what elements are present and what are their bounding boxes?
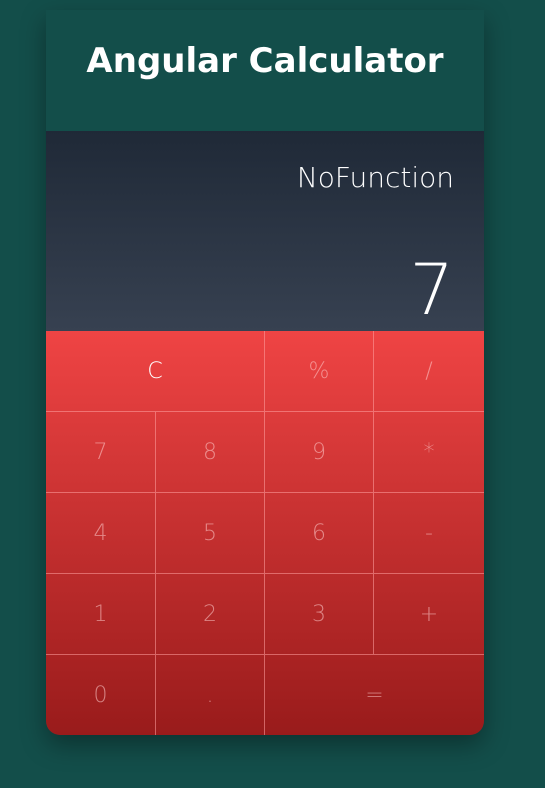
calculator-display: NoFunction 7	[46, 131, 484, 331]
three-button[interactable]: 3	[265, 574, 374, 655]
multiply-button[interactable]: *	[374, 412, 484, 493]
percent-button[interactable]: %	[265, 331, 374, 412]
calculator-header: Angular Calculator	[46, 10, 484, 131]
two-button[interactable]: 2	[156, 574, 265, 655]
display-value: 7	[409, 249, 454, 331]
zero-button[interactable]: 0	[46, 655, 156, 735]
plus-button[interactable]: +	[374, 574, 484, 655]
operation-text: NoFunction	[296, 161, 454, 194]
page-title: Angular Calculator	[86, 40, 444, 81]
five-button[interactable]: 5	[156, 493, 265, 574]
six-button[interactable]: 6	[265, 493, 374, 574]
nine-button[interactable]: 9	[265, 412, 374, 493]
divide-button[interactable]: /	[374, 331, 484, 412]
calculator: Angular Calculator NoFunction 7 C % / 7 …	[46, 10, 484, 735]
clear-button[interactable]: C	[46, 331, 265, 412]
seven-button[interactable]: 7	[46, 412, 156, 493]
decimal-button[interactable]: .	[156, 655, 265, 735]
equals-button[interactable]: =	[265, 655, 484, 735]
keypad: C % / 7 8 9 * 4 5 6 - 1 2 3 + 0 . =	[46, 331, 484, 735]
minus-button[interactable]: -	[374, 493, 484, 574]
eight-button[interactable]: 8	[156, 412, 265, 493]
four-button[interactable]: 4	[46, 493, 156, 574]
one-button[interactable]: 1	[46, 574, 156, 655]
